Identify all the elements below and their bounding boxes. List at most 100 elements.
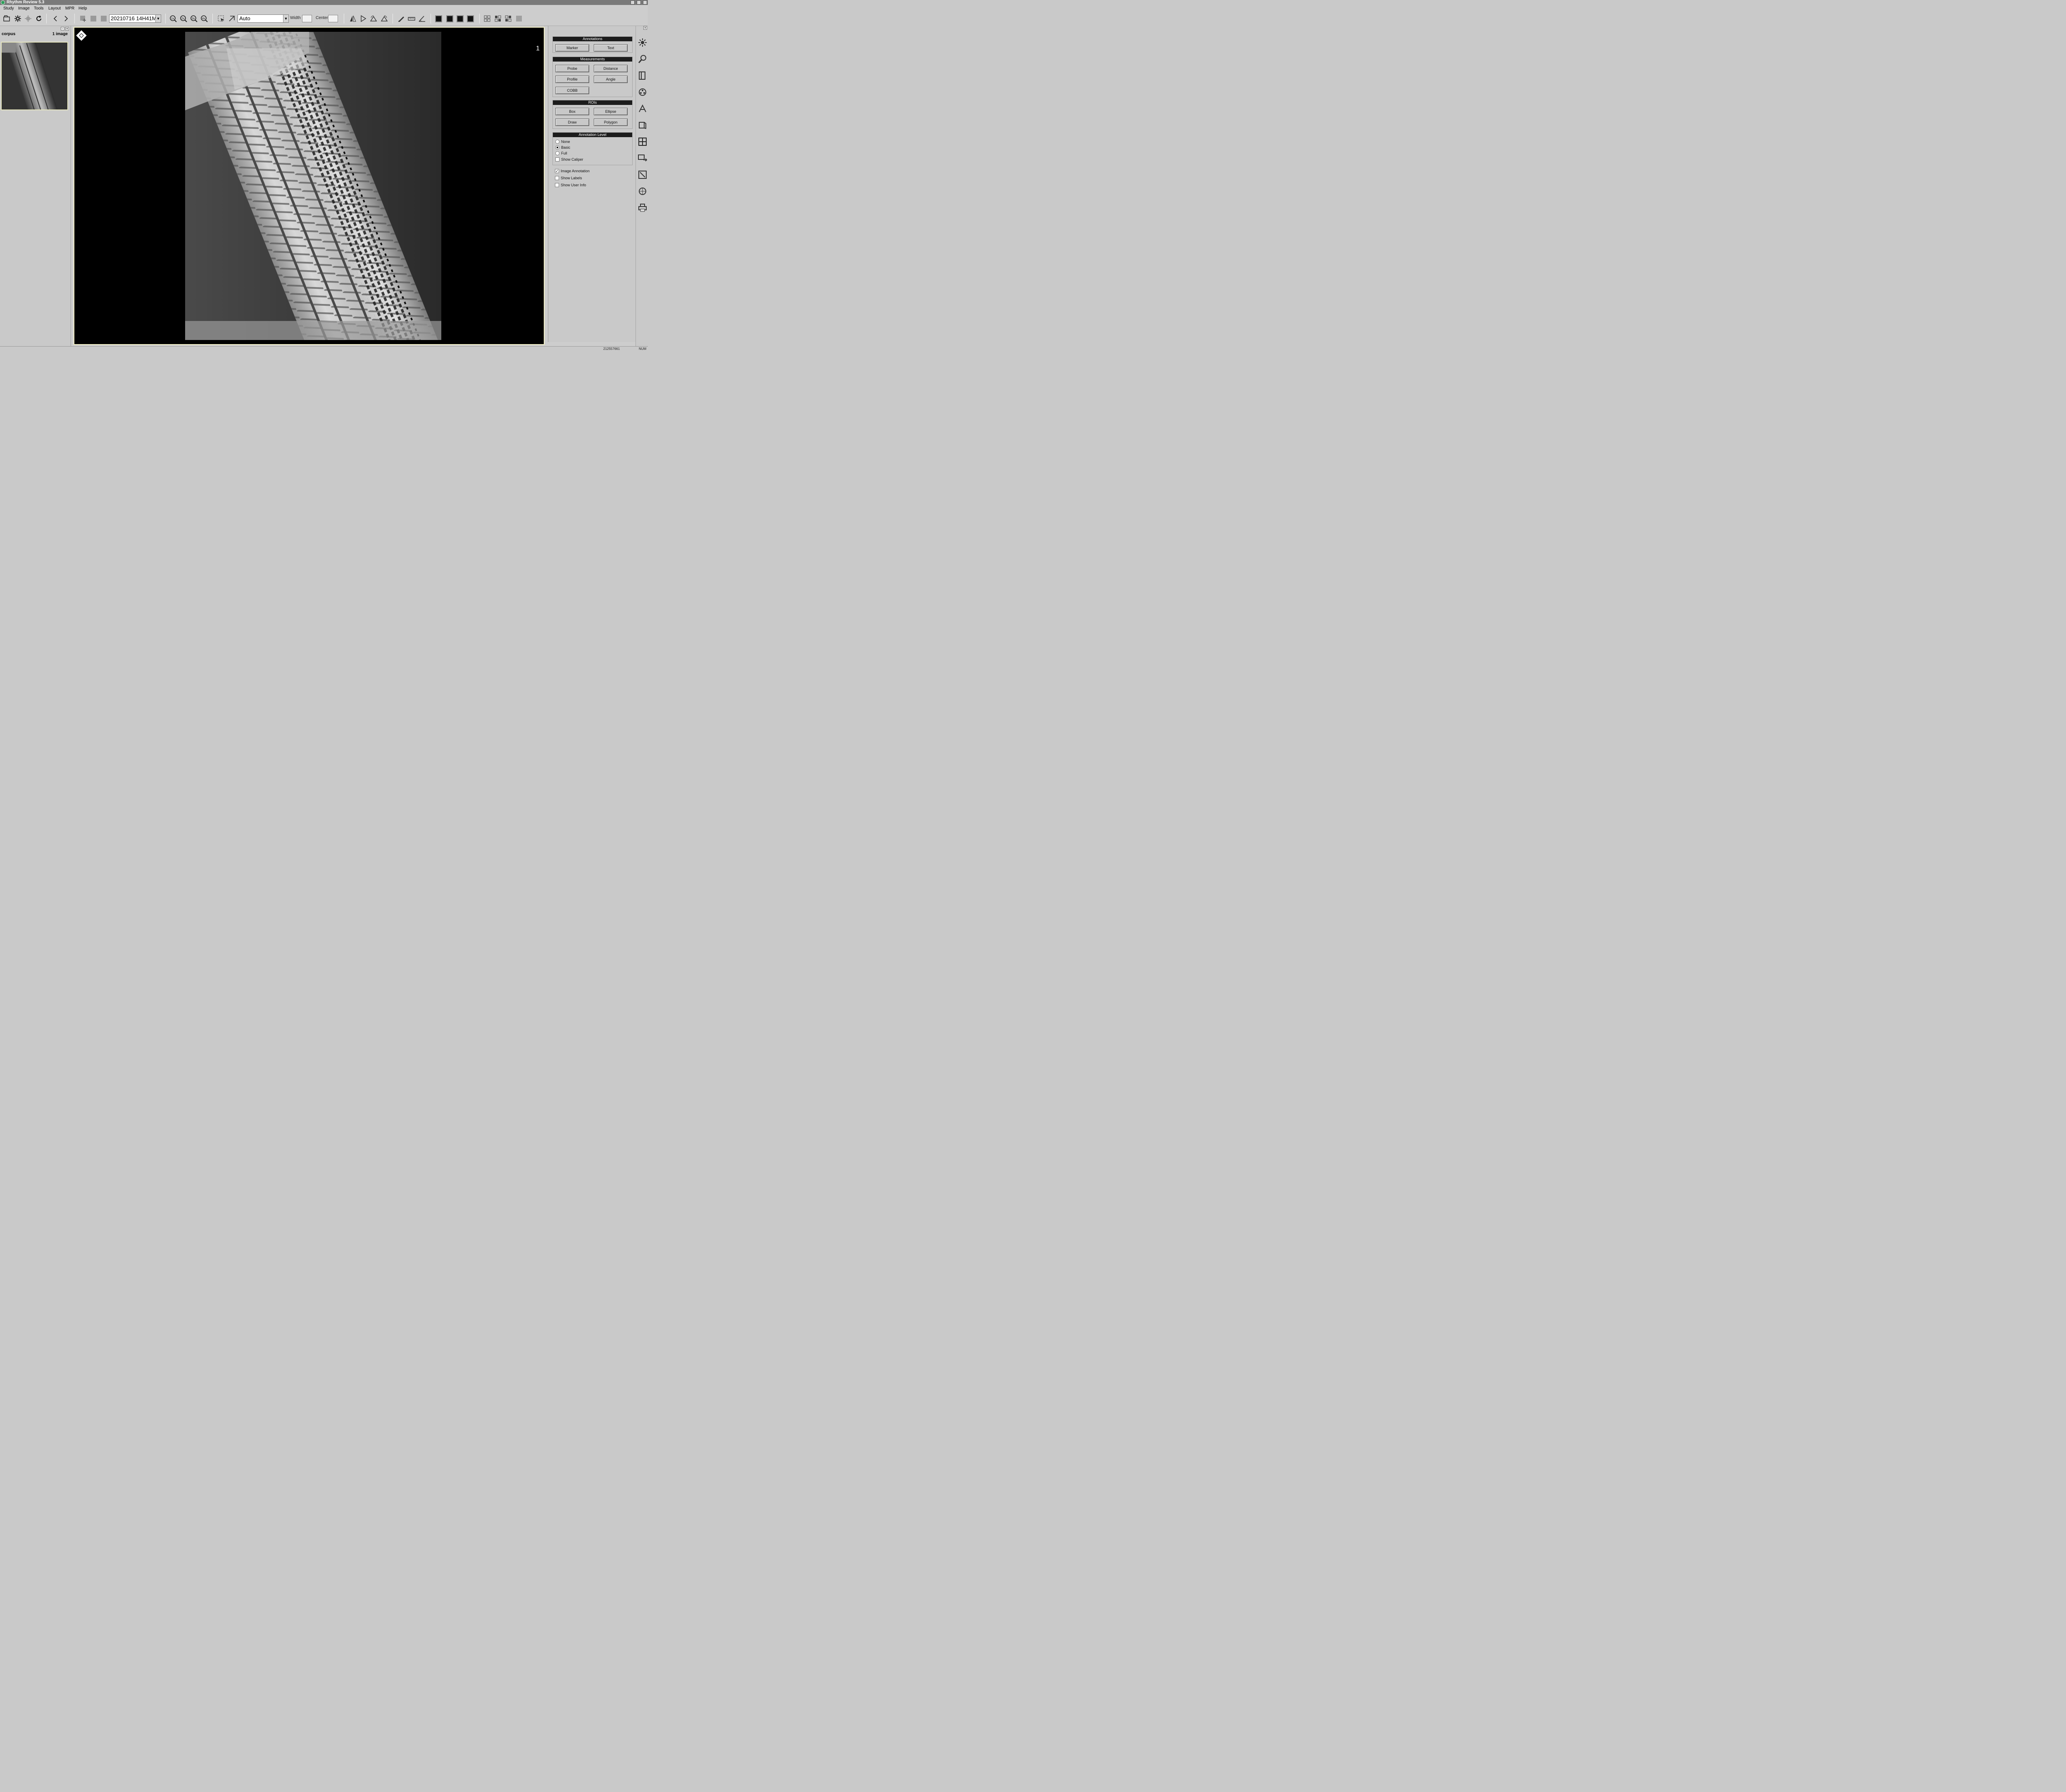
text-annotation-icon[interactable] <box>638 104 647 114</box>
close-window-button[interactable] <box>643 0 647 5</box>
close-panel-icon[interactable]: × <box>65 27 69 31</box>
brightness-icon[interactable] <box>638 38 647 48</box>
play-icon[interactable] <box>359 14 368 23</box>
settings-gear-icon[interactable] <box>13 14 22 23</box>
select-tool-icon[interactable] <box>217 14 226 23</box>
close-panel-icon[interactable]: × <box>643 26 647 30</box>
ellipse-roi-button[interactable]: Ellipse <box>594 108 628 115</box>
minimize-button[interactable] <box>631 0 635 5</box>
show-labels-label: Show Labels <box>561 176 582 180</box>
app-logo-icon <box>1 0 5 5</box>
book-icon[interactable] <box>638 71 647 81</box>
open-study-icon[interactable] <box>2 14 12 23</box>
layout-3-icon[interactable] <box>457 15 464 22</box>
add-series-icon[interactable] <box>79 14 88 23</box>
show-labels-checkbox[interactable] <box>555 176 559 180</box>
chevron-down-icon[interactable]: ▼ <box>283 15 288 22</box>
orientation-marker-icon <box>76 30 87 41</box>
menu-layout[interactable]: Layout <box>48 5 61 12</box>
annotations-title: Annotations <box>553 37 632 41</box>
annotations-group: Annotations Marker Text <box>552 36 633 53</box>
probe-button[interactable]: Probe <box>555 65 589 72</box>
grid-layout-icon[interactable] <box>638 137 647 147</box>
grid-c-icon[interactable] <box>504 14 513 23</box>
polygon-roi-button[interactable]: Polygon <box>594 119 628 126</box>
level-basic-radio[interactable] <box>555 145 559 150</box>
level-basic-label: Basic <box>561 145 571 150</box>
level-full-radio[interactable] <box>555 151 559 155</box>
level-full-label: Full <box>561 151 567 155</box>
menu-study[interactable]: Study <box>3 5 14 12</box>
layout-4-icon[interactable] <box>467 15 474 22</box>
previous-icon[interactable] <box>51 14 60 23</box>
angle-icon[interactable] <box>417 14 426 23</box>
grid-d-icon[interactable] <box>514 14 524 23</box>
magnifier-icon[interactable] <box>638 54 647 64</box>
show-caliper-label: Show Caliper <box>561 157 583 162</box>
image-viewport[interactable]: 1 <box>74 27 545 345</box>
study-browser-panel: - × corpus 1 image <box>0 26 71 346</box>
center-input[interactable] <box>328 15 338 22</box>
angle-button[interactable]: Angle <box>594 76 628 83</box>
zoom-1x-icon[interactable]: 1x <box>169 14 178 23</box>
menu-mpr[interactable]: MPR <box>65 5 74 12</box>
show-caliper-checkbox[interactable] <box>555 157 559 162</box>
export-icon[interactable] <box>638 170 647 180</box>
rotate-left-icon[interactable] <box>369 14 378 23</box>
marker-button[interactable]: Marker <box>555 44 589 52</box>
maximize-button[interactable] <box>637 0 641 5</box>
distance-button[interactable]: Distance <box>594 65 628 72</box>
cobb-button[interactable]: COBB <box>555 87 589 94</box>
image-count: 1 image <box>52 32 68 36</box>
zoom-4x-icon[interactable]: 4x <box>200 14 209 23</box>
printer-icon[interactable] <box>638 203 647 213</box>
level-none-radio[interactable] <box>555 140 559 144</box>
num-lock-indicator: NUM <box>639 347 647 351</box>
flip-horizontal-icon[interactable] <box>348 14 357 23</box>
monitor-transfer-icon[interactable] <box>638 153 647 163</box>
measurements-group: Measurements Probe Distance Profile Angl… <box>552 57 633 97</box>
blank-a-icon[interactable] <box>89 14 98 23</box>
volume-cube-icon[interactable] <box>638 186 647 196</box>
gear-disabled-icon[interactable] <box>24 14 33 23</box>
image-annotation-checkbox[interactable]: ✓ <box>555 169 559 173</box>
layout-2-icon[interactable] <box>446 15 453 22</box>
width-input[interactable] <box>302 15 312 22</box>
level-none-label: None <box>561 140 570 144</box>
width-label: Width <box>290 16 301 20</box>
reset-icon[interactable] <box>34 14 43 23</box>
profile-button[interactable]: Profile <box>555 76 589 83</box>
rotate-right-icon[interactable] <box>380 14 389 23</box>
minimize-panel-icon[interactable]: - <box>61 27 64 31</box>
menu-image[interactable]: Image <box>18 5 30 12</box>
app-window: Rhythm Review 5.3 Study Image Tools Layo… <box>0 0 648 351</box>
grid-b-icon[interactable] <box>493 14 502 23</box>
grid-a-icon[interactable] <box>483 14 492 23</box>
text-button[interactable]: Text <box>594 44 628 52</box>
series-thumbnail[interactable] <box>1 42 68 110</box>
ruler-icon[interactable] <box>407 14 416 23</box>
chevron-down-icon[interactable]: ▼ <box>155 15 161 22</box>
pan-tool-icon[interactable] <box>227 14 236 23</box>
zoom-3x-icon[interactable]: 3x <box>189 14 198 23</box>
zoom-2x-icon[interactable]: 2x <box>179 14 188 23</box>
status-bar: 212557661 NUM <box>0 346 648 351</box>
pen-icon[interactable] <box>397 14 406 23</box>
status-number: 212557661 <box>603 347 620 351</box>
menu-help[interactable]: Help <box>79 5 87 12</box>
box-roi-button[interactable]: Box <box>555 108 589 115</box>
blank-b-icon[interactable] <box>99 14 108 23</box>
tools-panel: - Annotations Marker Text Measurements P… <box>548 26 642 342</box>
layout-1-icon[interactable] <box>435 15 442 22</box>
film-reel-icon[interactable] <box>638 87 647 97</box>
menu-tools[interactable]: Tools <box>34 5 43 12</box>
draw-roi-button[interactable]: Draw <box>555 119 589 126</box>
window-preset-select[interactable]: Auto ▼ <box>238 14 289 23</box>
3d-cube-icon[interactable] <box>638 120 647 130</box>
show-user-info-checkbox[interactable] <box>555 183 559 187</box>
series-select[interactable]: 20210716 14H41M ▼ <box>109 14 161 23</box>
main-toolbar: 20210716 14H41M ▼ 1x 2x 3x 4x Auto ▼ Wid… <box>0 12 648 26</box>
study-header: corpus 1 image <box>1 31 69 37</box>
rois-title: ROIs <box>553 100 632 105</box>
next-icon[interactable] <box>62 14 71 23</box>
